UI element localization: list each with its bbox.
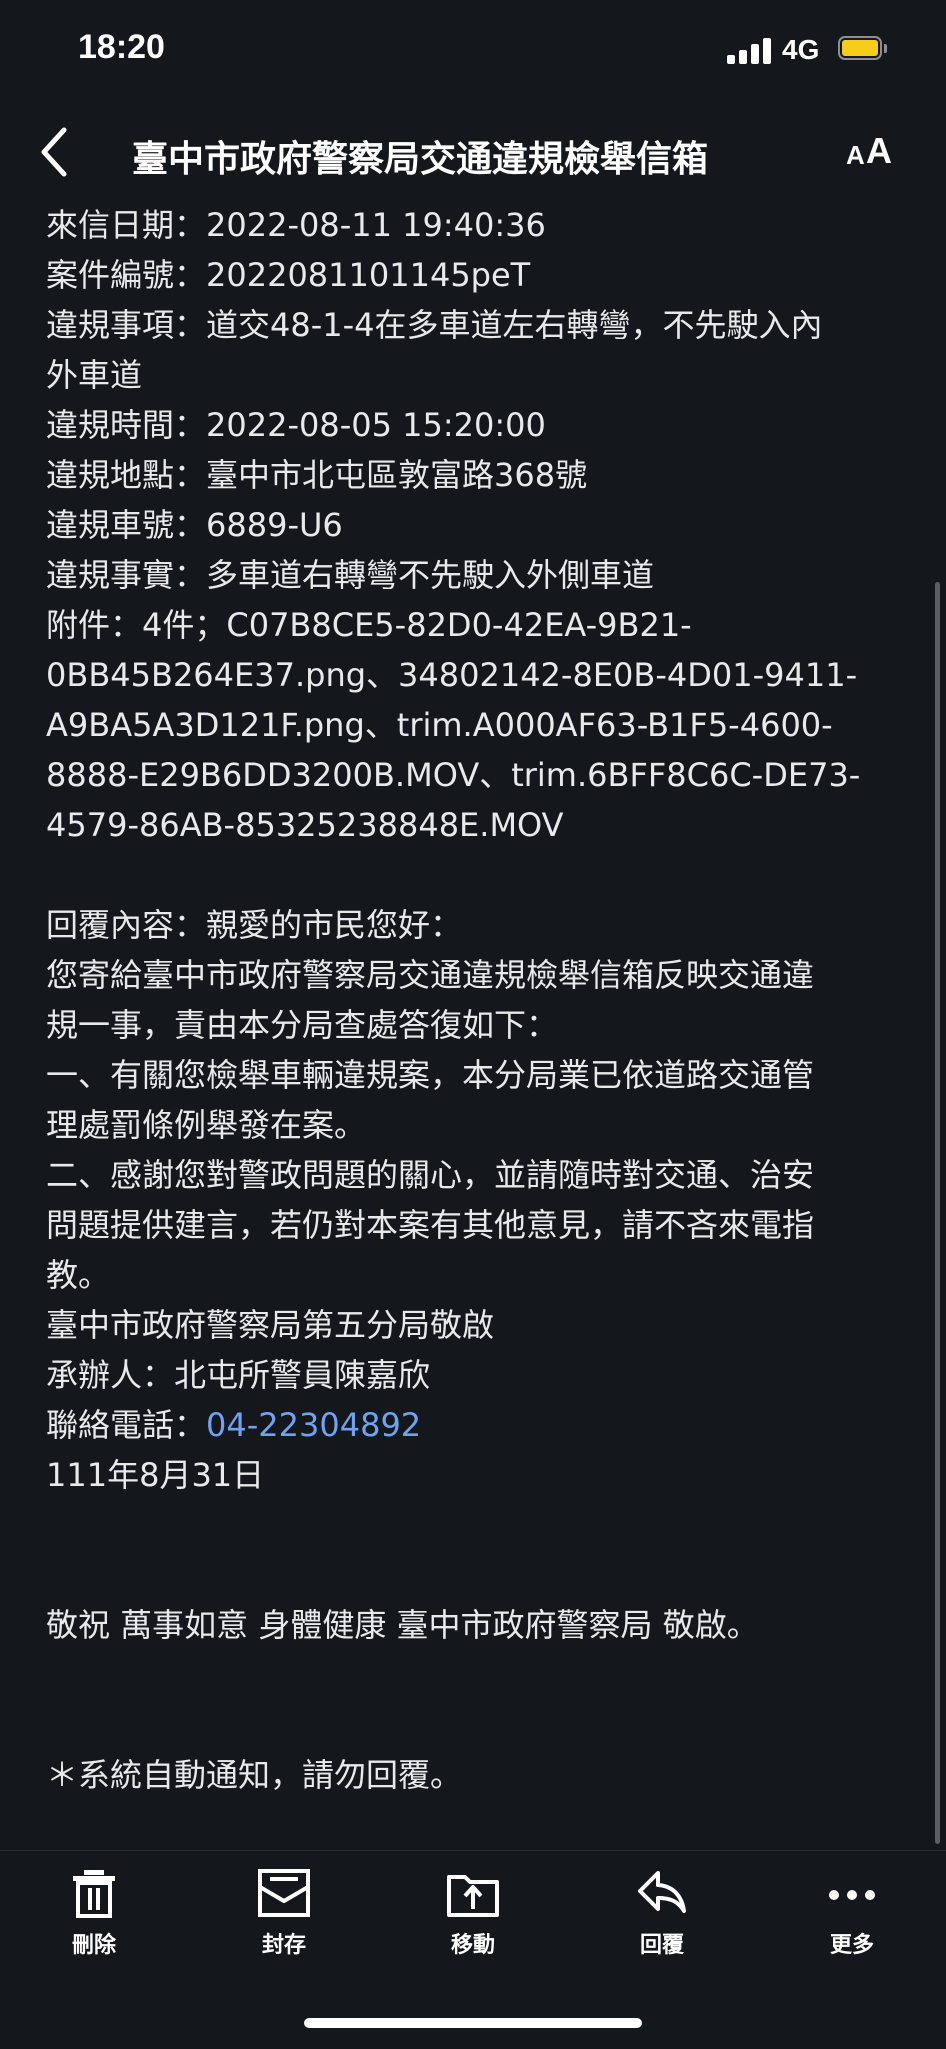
reply-line: 二、感謝您對警政問題的關心，並請隨時對交通、治安 xyxy=(46,1156,815,1194)
detail-line: 違規車號：6889-U6 xyxy=(46,506,343,544)
move-label: 移動 xyxy=(450,1933,495,1958)
detail-line: 違規事項：道交48-1-4在多車道左右轉彎，不先駛入內 xyxy=(46,306,823,344)
chevron-left-icon xyxy=(41,127,67,177)
contact-phone-label: 聯絡電話： xyxy=(46,1406,207,1444)
status-time: 18:20 xyxy=(78,28,165,66)
reply-date: 111年8月31日 xyxy=(46,1456,265,1494)
more-button[interactable]: 更多 xyxy=(797,1867,907,1967)
detail-line: A9BA5A3D121F.png、trim.A000AF63-B1F5-4600… xyxy=(46,706,833,744)
delete-button[interactable]: 刪除 xyxy=(39,1867,149,1967)
detail-line: 外車道 xyxy=(46,356,143,394)
archive-icon xyxy=(258,1869,310,1917)
reply-line: 臺中市政府警察局第五分局敬啟 xyxy=(46,1306,495,1344)
phone-number-link[interactable]: 04-22304892 xyxy=(206,1406,421,1444)
reply-line: 承辦人：北屯所警員陳嘉欣 xyxy=(46,1356,431,1394)
reply-label: 回覆 xyxy=(639,1933,684,1958)
nav-bar: 臺中市政府警察局交通違規檢舉信箱 AA xyxy=(0,104,946,202)
detail-line: 違規事實：多車道右轉彎不先駛入外側車道 xyxy=(46,556,655,594)
detail-line: 0BB45B264E37.png、34802142-8E0B-4D01-9411… xyxy=(46,656,858,694)
closing-greeting: 敬祝 萬事如意 身體健康 臺中市政府警察局 敬啟。 xyxy=(46,1606,759,1644)
reply-line: 回覆內容：親愛的市民您好： xyxy=(46,906,463,944)
text-size-button[interactable]: AA xyxy=(844,126,904,176)
detail-line: 違規時間：2022-08-05 15:20:00 xyxy=(46,406,546,444)
back-button[interactable] xyxy=(30,122,90,182)
archive-button[interactable]: 封存 xyxy=(229,1867,339,1967)
detail-line: 4579-86AB-85325238848E.MOV xyxy=(46,806,564,844)
reply-content: 回覆內容：親愛的市民您好： 您寄給臺中市政府警察局交通違規檢舉信箱反映交通違 規一事… xyxy=(46,900,906,1400)
cellular-signal-icon xyxy=(727,38,771,64)
reply-line: 您寄給臺中市政府警察局交通違規檢舉信箱反映交通違 xyxy=(46,956,815,994)
detail-line: 案件編號：2022081101145peT xyxy=(46,256,531,294)
detail-line: 附件：4件；C07B8CE5-82D0-42EA-9B21- xyxy=(46,606,692,644)
battery-icon xyxy=(838,36,888,64)
reply-line: 問題提供建言，若仍對本案有其他意見，請不吝來電指 xyxy=(46,1206,815,1244)
home-indicator[interactable] xyxy=(304,2018,642,2028)
status-bar: 18:20 4G xyxy=(0,0,946,104)
archive-label: 封存 xyxy=(261,1933,306,1958)
mailbox-title: 臺中市政府警察局交通違規檢舉信箱 xyxy=(132,139,709,180)
reply-line: 一、有關您檢舉車輛違規案，本分局業已依道路交通管 xyxy=(46,1056,815,1094)
delete-label: 刪除 xyxy=(71,1933,116,1958)
more-label: 更多 xyxy=(829,1933,874,1958)
detail-line: 8888-E29B6DD3200B.MOV、trim.6BFF8C6C-DE73… xyxy=(46,756,861,794)
more-dots-icon xyxy=(829,1890,875,1900)
detail-line: 違規地點：臺中市北屯區敦富路368號 xyxy=(46,456,588,494)
reply-line: 教。 xyxy=(46,1256,111,1294)
reply-line: 規一事，責由本分局查處答復如下： xyxy=(46,1006,559,1044)
scrollbar[interactable] xyxy=(935,582,940,1844)
detail-line: 來信日期：2022-08-11 19:40:36 xyxy=(46,206,546,244)
reply-icon xyxy=(638,1871,686,1913)
move-button[interactable]: 移動 xyxy=(418,1867,528,1967)
move-folder-icon xyxy=(447,1875,499,1917)
trash-icon xyxy=(73,1870,115,1918)
reply-button[interactable]: 回覆 xyxy=(607,1867,717,1967)
contact-phone-line: 聯絡電話：04-22304892 xyxy=(46,1400,906,1450)
reply-line: 理處罰條例舉發在案。 xyxy=(46,1106,367,1144)
message-body: 來信日期：2022-08-11 19:40:36 案件編號：20220811011… xyxy=(46,200,906,1800)
network-type: 4G xyxy=(782,34,820,65)
case-details: 來信日期：2022-08-11 19:40:36 案件編號：20220811011… xyxy=(46,200,906,850)
auto-notice: ＊系統自動通知，請勿回覆。 xyxy=(46,1756,463,1794)
